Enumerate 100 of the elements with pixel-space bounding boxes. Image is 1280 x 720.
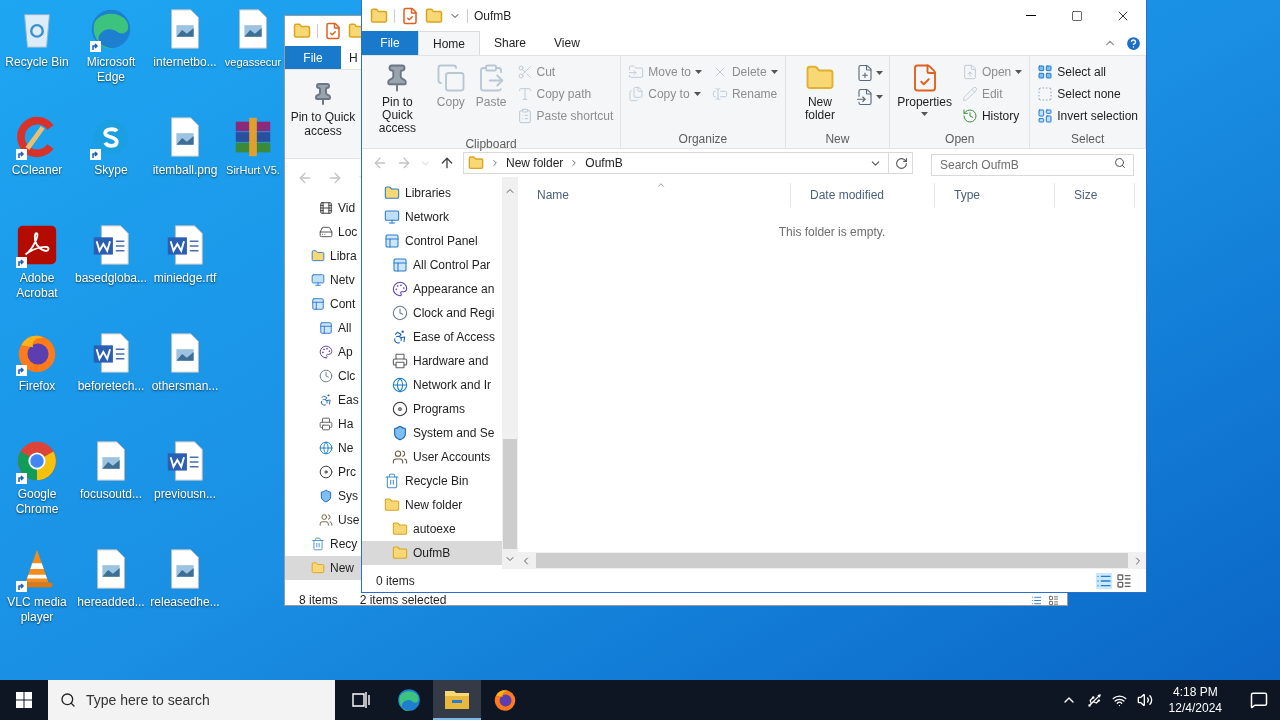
refresh-icon[interactable] <box>895 156 908 170</box>
clock-icon <box>392 305 408 321</box>
file-tab[interactable]: File <box>285 46 341 69</box>
ribbon-tab[interactable]: View <box>540 31 594 55</box>
ribbon-button[interactable]: Invert selection <box>1034 105 1141 127</box>
caret-icon <box>693 92 701 96</box>
column-header[interactable]: Size <box>1055 183 1135 207</box>
column-header[interactable]: Date modified <box>791 183 935 207</box>
control-panel-icon <box>384 233 400 249</box>
nav-item[interactable]: Ne <box>285 436 362 460</box>
nav-item[interactable]: New folder <box>362 493 502 517</box>
nav-item[interactable]: Loc <box>285 220 362 244</box>
folder-icon <box>293 22 311 40</box>
breadcrumb[interactable]: New folder <box>506 154 564 172</box>
search-field[interactable]: Search OufmB <box>931 154 1134 176</box>
dashed-square-icon <box>1037 86 1054 102</box>
ribbon-button[interactable]: New folder <box>789 59 851 130</box>
scrollbar-thumb[interactable] <box>536 553 1128 568</box>
nav-item[interactable]: autoexe <box>362 517 502 541</box>
nav-item[interactable]: Network and Ir <box>362 373 502 397</box>
nav-item[interactable]: Recycle Bin <box>362 469 502 493</box>
taskbar-search-input[interactable]: Type here to search <box>86 689 323 711</box>
search-icon <box>1114 157 1126 169</box>
nav-item[interactable]: Clock and Regi <box>362 301 502 325</box>
caret-icon <box>770 70 778 74</box>
ribbon-tab[interactable]: Home <box>418 31 480 55</box>
nav-item[interactable]: Prc <box>285 460 362 484</box>
details-view-icon[interactable] <box>1031 595 1042 606</box>
ribbon-button[interactable]: Pin to Quick access <box>285 70 361 158</box>
ribbon-button[interactable]: Properties <box>894 59 955 130</box>
nav-item[interactable]: Appearance an <box>362 277 502 301</box>
scrollbar[interactable] <box>502 177 518 569</box>
ribbon-tab[interactable]: Share <box>480 31 541 55</box>
folder-icon[interactable] <box>425 6 443 25</box>
nav-item[interactable]: Programs <box>362 397 502 421</box>
nav-item[interactable]: Ha <box>285 412 362 436</box>
ribbon-tab[interactable]: H <box>341 46 358 69</box>
nav-item[interactable]: Sys <box>285 484 362 508</box>
nav-item[interactable]: User Accounts <box>362 445 502 469</box>
ribbon-button[interactable]: Select all <box>1034 61 1141 83</box>
notifications-icon[interactable] <box>1250 691 1268 709</box>
chevron-right-icon <box>490 158 500 168</box>
nav-item[interactable]: Clc <box>285 364 362 388</box>
pencil-icon <box>961 86 978 102</box>
folder-icon <box>392 521 408 537</box>
volume-icon[interactable] <box>1136 692 1153 708</box>
nav-item[interactable]: System and Se <box>362 421 502 445</box>
tiles-view-icon[interactable] <box>1116 572 1132 589</box>
nav-item[interactable]: Recy <box>285 532 362 556</box>
shortcut-arrow-icon <box>16 149 27 160</box>
nav-item[interactable]: Vid <box>285 196 362 220</box>
ribbon-button[interactable]: Pin to Quick access <box>366 59 429 135</box>
ribbon-button[interactable]: History <box>958 105 1026 127</box>
palette-icon <box>319 345 333 359</box>
status-text: 8 items <box>299 594 338 606</box>
details-view-icon[interactable] <box>1096 572 1112 589</box>
column-header[interactable]: Type <box>935 183 1055 207</box>
caret-icon <box>876 95 884 99</box>
tiles-view-icon[interactable] <box>1048 595 1059 606</box>
ribbon-button[interactable] <box>854 87 886 107</box>
check-page-icon[interactable] <box>401 6 419 25</box>
drive-icon <box>319 225 333 239</box>
nav-item[interactable]: New <box>285 556 362 580</box>
empty-folder-message: This folder is empty. <box>778 224 886 241</box>
nav-item[interactable]: Cont <box>285 292 362 316</box>
taskbar-search-field[interactable]: Type here to search <box>48 680 335 720</box>
film-icon <box>319 201 333 215</box>
nav-item[interactable]: All Control Par <box>362 253 502 277</box>
network-icon <box>384 209 400 225</box>
scrollbar-thumb[interactable] <box>503 439 517 549</box>
grid-icon <box>1037 108 1054 124</box>
group-label: Clipboard <box>464 136 518 153</box>
clock[interactable]: 4:18 PM 12/4/2024 <box>1162 684 1228 716</box>
taskbar-button[interactable] <box>433 680 481 720</box>
nav-item[interactable]: Libraries <box>362 181 502 205</box>
device-icon[interactable] <box>1086 692 1102 708</box>
file-tab[interactable]: File <box>362 31 418 55</box>
breadcrumb[interactable]: OufmB <box>585 154 623 172</box>
nav-item[interactable]: Ease of Access <box>362 325 502 349</box>
horizontal-scrollbar[interactable] <box>518 552 1146 569</box>
nav-item[interactable]: Ap <box>285 340 362 364</box>
column-header[interactable]: Name <box>518 183 791 207</box>
users-icon <box>319 513 333 527</box>
ribbon-button[interactable]: Select none <box>1034 83 1141 105</box>
nav-item[interactable]: Libra <box>285 244 362 268</box>
address-bar[interactable]: New folder OufmB <box>463 152 913 174</box>
nav-item[interactable]: All <box>285 316 362 340</box>
nav-item[interactable]: Use <box>285 508 362 532</box>
network-icon[interactable] <box>1111 692 1127 708</box>
help-icon[interactable] <box>1125 34 1142 52</box>
nav-item[interactable]: Eas <box>285 388 362 412</box>
folder-icon <box>370 6 388 25</box>
control-panel-icon <box>311 297 325 311</box>
nav-item[interactable]: Control Panel <box>362 229 502 253</box>
printer-icon <box>319 417 333 431</box>
caret-icon <box>694 70 702 74</box>
nav-item[interactable]: Netv <box>285 268 362 292</box>
nav-item[interactable]: Hardware and <box>362 349 502 373</box>
nav-item[interactable]: Network <box>362 205 502 229</box>
nav-item[interactable]: OufmB <box>362 541 502 565</box>
